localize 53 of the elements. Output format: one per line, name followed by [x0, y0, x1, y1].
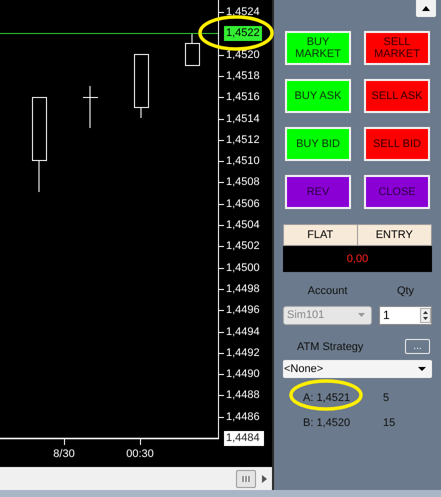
price-axis-label: 1,4490	[226, 368, 260, 380]
price-axis-label: 1,4496	[226, 304, 260, 316]
order-button[interactable]: BUY MARKET	[285, 31, 351, 65]
right-arrow-icon[interactable]	[262, 474, 267, 482]
price-axis-label: 1,4488	[226, 389, 260, 401]
dropdown-arrow-icon	[358, 313, 365, 317]
order-button[interactable]: BUY ASK	[285, 79, 351, 113]
scroll-up-button[interactable]	[416, 0, 436, 17]
price-axis-label: 1,4514	[226, 113, 260, 125]
order-button[interactable]: SELL MARKET	[364, 31, 430, 65]
price-axis-label: 1,4504	[226, 219, 260, 231]
quote-price: B: 1,4520	[303, 416, 352, 430]
order-button[interactable]: REV	[285, 175, 351, 209]
up-arrow-icon	[422, 6, 430, 11]
price-axis-label: 1,4500	[226, 262, 260, 274]
dropdown-arrow-icon	[418, 367, 426, 371]
price-axis-label: 1,4502	[226, 240, 260, 252]
grip-icon	[242, 476, 250, 482]
price-axis-label: 1,4520	[226, 49, 260, 61]
price-axis-label: 1,4524	[226, 6, 260, 18]
time-axis-label: 00:30	[126, 447, 154, 462]
price-axis-label: 1,4492	[226, 347, 260, 359]
time-axis-label: 8/30	[53, 447, 75, 462]
price-axis-label: 1,4512	[226, 134, 260, 146]
horizontal-scrollbar[interactable]	[0, 467, 272, 490]
price-axis-label: 1,4516	[226, 91, 260, 103]
account-label: Account	[308, 284, 348, 299]
scroll-thumb[interactable]	[236, 470, 256, 488]
price-axis-label: 1,4498	[226, 283, 260, 295]
current-price-label: 1,4522	[224, 26, 262, 41]
atm-strategy-dropdown[interactable]: <None>	[283, 360, 432, 378]
position-header: ENTRY	[374, 228, 414, 243]
atm-strategy-label: ATM Strategy	[297, 340, 364, 354]
order-button[interactable]: SELL ASK	[364, 79, 430, 113]
quote-size: 5	[383, 391, 390, 406]
price-axis-label: 1,4508	[226, 176, 260, 188]
qty-spinner[interactable]: 1	[379, 306, 432, 324]
price-axis-label: 1,4518	[226, 70, 260, 82]
quote-size: 15	[383, 416, 396, 430]
price-axis-label: 1,4494	[226, 326, 260, 338]
price-axis-label: 1,4486	[226, 411, 260, 423]
order-button[interactable]: CLOSE	[364, 175, 430, 209]
price-axis-label: 1,4510	[226, 155, 260, 167]
position-header: FLAT	[284, 225, 358, 245]
spinner-arrows-icon[interactable]	[420, 308, 431, 322]
order-button[interactable]: SELL BID	[364, 127, 430, 161]
pnl-value: 0,00	[346, 252, 368, 267]
quote-price: A: 1,4521	[303, 391, 352, 406]
atm-options-button[interactable]: ...	[405, 339, 430, 354]
last-price-label: 1,4484	[224, 431, 264, 446]
price-axis-label: 1,4506	[226, 198, 260, 210]
order-button[interactable]: BUY BID	[285, 127, 351, 161]
qty-label: Qty	[396, 284, 414, 299]
